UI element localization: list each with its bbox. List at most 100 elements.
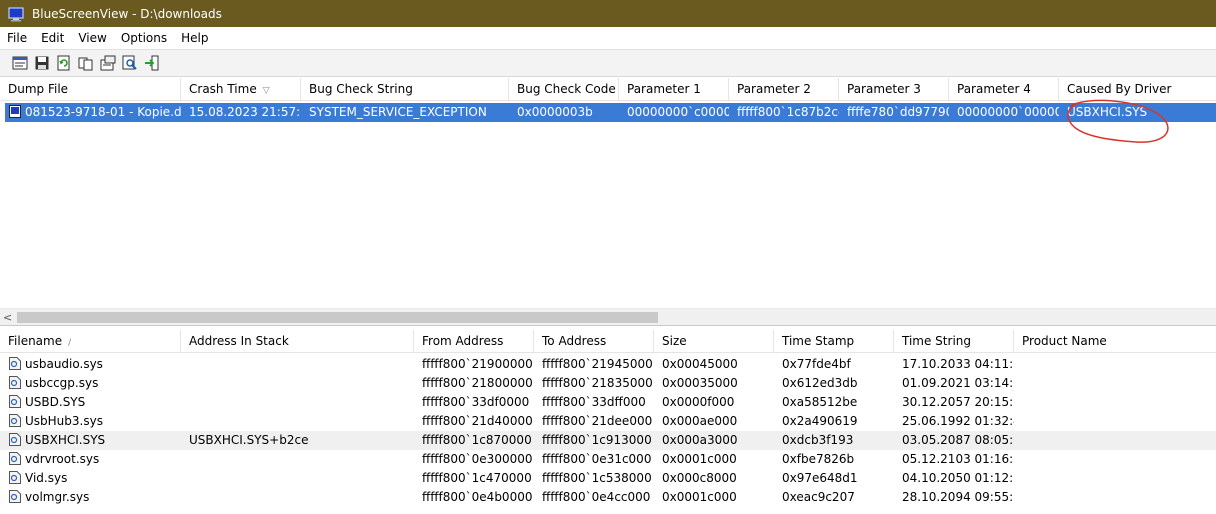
col-bug-check-string[interactable]: Bug Check String — [301, 78, 509, 101]
exit-icon — [145, 55, 159, 71]
driver-row[interactable]: usbaudio.sys fffff800`21900000 fffff800`21… — [0, 355, 1216, 374]
properties-button[interactable] — [9, 52, 31, 74]
driver-filename: USBD.SYS — [25, 395, 86, 409]
menu-bar: File Edit View Options Help — [0, 28, 1216, 48]
product-name-cell — [1014, 450, 1216, 469]
properties-icon — [12, 56, 28, 70]
options-button[interactable] — [97, 52, 119, 74]
address-in-stack-cell — [181, 488, 414, 507]
time-string-cell: 01.09.2021 03:14:03 — [902, 376, 1014, 390]
crash-list-header: Dump File Crash Time ▽ Bug Check String B… — [0, 78, 1216, 101]
to-address-cell: fffff800`21835000 — [542, 376, 653, 390]
col-time-stamp[interactable]: Time Stamp — [774, 330, 894, 353]
time-string-cell: 28.10.2094 09:55:51 — [902, 490, 1014, 504]
product-name-cell — [1014, 469, 1216, 488]
size-cell: 0x0001c000 — [662, 452, 737, 466]
col-address-in-stack[interactable]: Address In Stack — [181, 330, 414, 353]
driver-row[interactable]: Vid.sys fffff800`1c470000 fffff800`1c53800… — [0, 469, 1216, 488]
col-parameter-3[interactable]: Parameter 3 — [839, 78, 949, 101]
product-name-cell — [1014, 355, 1216, 374]
refresh-button[interactable] — [53, 52, 75, 74]
col-time-string[interactable]: Time String — [894, 330, 1014, 353]
driver-filename: volmgr.sys — [25, 490, 90, 504]
driver-row[interactable]: volmgr.sys fffff800`0e4b0000 fffff800`0e4c… — [0, 488, 1216, 507]
menu-options[interactable]: Options — [114, 28, 174, 48]
col-filename-label: Filename — [8, 334, 63, 348]
col-parameter-4[interactable]: Parameter 4 — [949, 78, 1059, 101]
driver-row[interactable]: USBD.SYS fffff800`33df0000 fffff800`33dff0… — [0, 393, 1216, 412]
col-parameter-2[interactable]: Parameter 2 — [729, 78, 839, 101]
address-in-stack-cell — [181, 374, 414, 393]
col-dump-file[interactable]: Dump File — [0, 78, 181, 101]
crash-list-horizontal-scrollbar[interactable]: < — [0, 308, 1216, 325]
address-in-stack-cell — [181, 450, 414, 469]
address-in-stack-cell: USBXHCI.SYS+b2ce — [189, 433, 309, 447]
col-to-address[interactable]: To Address — [534, 330, 654, 353]
product-name-cell — [1014, 412, 1216, 431]
crash-time-cell: 15.08.2023 21:57:35 — [189, 105, 301, 119]
size-cell: 0x0001c000 — [662, 490, 737, 504]
product-name-cell — [1014, 393, 1216, 412]
time-stamp-cell: 0x77fde4bf — [782, 357, 851, 371]
time-stamp-cell: 0x97e648d1 — [782, 471, 858, 485]
crash-list-pane: Dump File Crash Time ▽ Bug Check String B… — [0, 78, 1216, 326]
driver-filename: Vid.sys — [25, 471, 68, 485]
size-cell: 0x00045000 — [662, 357, 738, 371]
parameter-3-cell: ffffe780`dd977900 — [847, 105, 949, 119]
caused-by-driver-cell: USBXHCI.SYS — [1067, 105, 1148, 119]
find-button[interactable] — [119, 52, 141, 74]
bluescreenview-app-icon — [8, 7, 24, 21]
address-in-stack-cell — [181, 355, 414, 374]
find-icon — [122, 55, 137, 70]
scrollbar-thumb[interactable] — [17, 312, 658, 323]
col-caused-by-driver[interactable]: Caused By Driver — [1059, 78, 1216, 101]
menu-help[interactable]: Help — [174, 28, 215, 48]
menu-view[interactable]: View — [71, 28, 113, 48]
col-crash-time-label: Crash Time — [189, 82, 257, 96]
time-stamp-cell: 0x612ed3db — [782, 376, 858, 390]
dump-file-name: 081523-9718-01 - Kopie.dmp — [25, 105, 181, 119]
menu-file[interactable]: File — [0, 28, 34, 48]
col-size[interactable]: Size — [654, 330, 774, 353]
copy-button[interactable] — [75, 52, 97, 74]
filename-cell: vdrvroot.sys — [0, 450, 181, 469]
col-bug-check-code[interactable]: Bug Check Code — [509, 78, 619, 101]
crash-row[interactable]: 081523-9718-01 - Kopie.dmp 15.08.2023 21… — [5, 103, 1216, 122]
driver-row[interactable]: usbccgp.sys fffff800`21800000 fffff800`218… — [0, 374, 1216, 393]
bug-check-string-cell: SYSTEM_SERVICE_EXCEPTION — [309, 105, 487, 119]
parameter-2-cell: fffff800`1c87b2ce — [737, 105, 839, 119]
save-button[interactable] — [31, 52, 53, 74]
col-filename[interactable]: Filename / — [0, 330, 181, 353]
driver-row[interactable]: USBXHCI.SYS USBXHCI.SYS+b2ce fffff800`1c87… — [0, 431, 1216, 450]
exit-button[interactable] — [141, 52, 163, 74]
to-address-cell: fffff800`33dff000 — [542, 395, 646, 409]
driver-filename: usbccgp.sys — [25, 376, 99, 390]
size-cell: 0x0000f000 — [662, 395, 735, 409]
time-stamp-cell: 0x2a490619 — [782, 414, 858, 428]
product-name-cell — [1014, 431, 1216, 450]
driver-file-icon — [9, 357, 21, 370]
parameter-4-cell: 00000000`000000... — [957, 105, 1059, 119]
driver-row[interactable]: vdrvroot.sys fffff800`0e300000 fffff800`0e… — [0, 450, 1216, 469]
driver-file-icon — [9, 471, 21, 484]
dump-file-icon — [9, 105, 21, 118]
from-address-cell: fffff800`0e300000 — [422, 452, 533, 466]
menu-edit[interactable]: Edit — [34, 28, 71, 48]
from-address-cell: fffff800`1c870000 — [422, 433, 532, 447]
title-bar: BlueScreenView - D:\downloads — [0, 0, 1216, 27]
col-crash-time[interactable]: Crash Time ▽ — [181, 78, 301, 101]
to-address-cell: fffff800`0e4cc000 — [542, 490, 651, 504]
time-stamp-cell: 0xdcb3f193 — [782, 433, 854, 447]
col-parameter-1[interactable]: Parameter 1 — [619, 78, 729, 101]
col-product-name[interactable]: Product Name — [1014, 330, 1216, 353]
time-string-cell: 05.12.2103 01:16:59 — [902, 452, 1014, 466]
filename-cell: USBD.SYS — [0, 393, 181, 412]
refresh-icon — [57, 55, 70, 71]
scroll-left-icon[interactable]: < — [3, 311, 12, 324]
driver-row[interactable]: UsbHub3.sys fffff800`21d40000 fffff800`21d… — [0, 412, 1216, 431]
to-address-cell: fffff800`0e31c000 — [542, 452, 652, 466]
driver-file-icon — [9, 376, 21, 389]
col-from-address[interactable]: From Address — [414, 330, 534, 353]
from-address-cell: fffff800`33df0000 — [422, 395, 530, 409]
bug-check-code-cell: 0x0000003b — [517, 105, 593, 119]
